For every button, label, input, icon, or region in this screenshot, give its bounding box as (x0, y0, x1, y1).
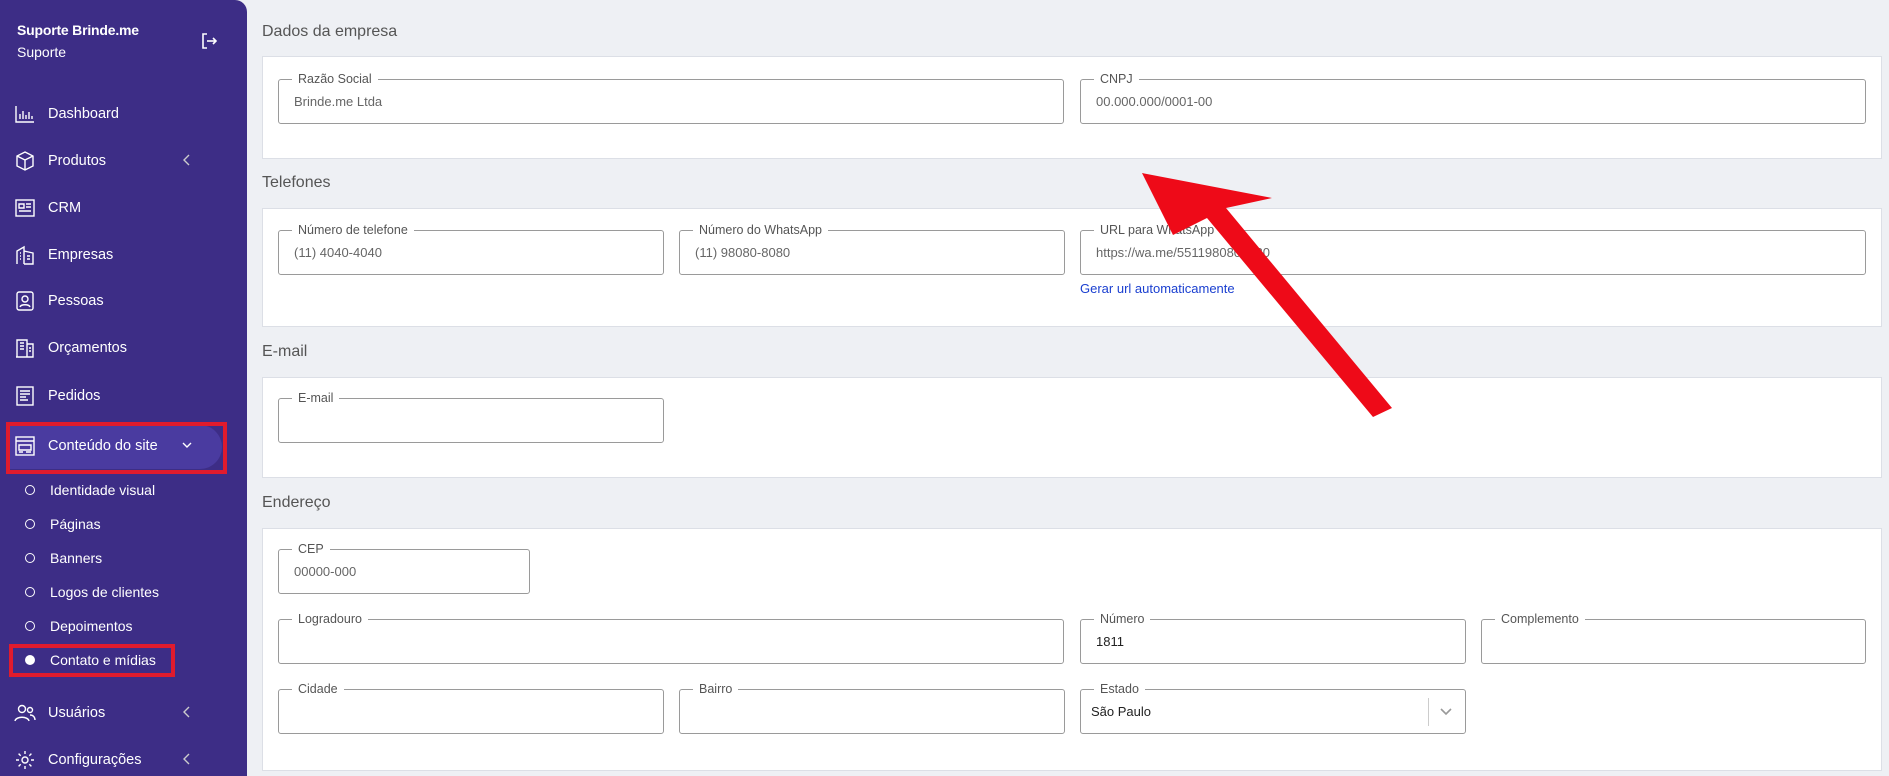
field-value: Brinde.me Ltda (294, 94, 383, 109)
chevron-left-icon (183, 154, 190, 166)
field-label: Número de telefone (292, 223, 414, 237)
circle-icon (25, 621, 35, 631)
crm-icon (14, 197, 36, 219)
user-role: Suporte (17, 44, 67, 60)
field-label: Cidade (292, 682, 344, 696)
circle-icon (25, 485, 35, 495)
cnpj-field[interactable]: CNPJ 00.000.000/0001-00 (1080, 72, 1866, 124)
field-label: CNPJ (1094, 72, 1139, 86)
field-value: (11) 4040-4040 (294, 245, 382, 260)
highlight-box-conteudo (6, 422, 227, 474)
sidebar-item-label: Produtos (48, 153, 107, 169)
field-value: (11) 98080-8080 (695, 245, 791, 260)
sidebar-item-label: Pessoas (48, 293, 104, 309)
sidebar-item-pessoas[interactable]: Pessoas (14, 286, 222, 316)
sidebar-item-usuarios[interactable]: Usuários (14, 698, 222, 728)
generate-url-link[interactable]: Gerar url automaticamente (1080, 281, 1235, 296)
field-label: Número (1094, 612, 1151, 626)
person-icon (14, 290, 36, 312)
sidebar-subitem-label: Identidade visual (50, 482, 156, 498)
field-label: E-mail (292, 391, 340, 405)
sidebar-item-label: Orçamentos (48, 340, 127, 356)
field-value: 00.000.000/0001-00 (1096, 94, 1213, 109)
circle-icon (25, 587, 35, 597)
company-name: Suporte Brinde.me (17, 22, 139, 38)
sidebar-subitem-label: Páginas (50, 516, 101, 532)
logradouro-field[interactable]: Logradouro (278, 612, 1064, 664)
sidebar-item-configuracoes[interactable]: Configurações (14, 745, 222, 775)
email-field[interactable]: E-mail (278, 391, 664, 443)
field-label: CEP (292, 542, 330, 556)
sidebar-subitem-depoimentos[interactable]: Depoimentos (25, 615, 133, 637)
field-value: 00000-000 (294, 564, 357, 579)
select-separator (1428, 698, 1429, 726)
phone-field[interactable]: Número de telefone (11) 4040-4040 (278, 223, 664, 275)
circle-icon (25, 519, 35, 529)
sidebar-item-dashboard[interactable]: Dashboard (14, 99, 222, 129)
sidebar-item-label: Usuários (48, 705, 106, 721)
whatsapp-field[interactable]: Número do WhatsApp (11) 98080-8080 (679, 223, 1065, 275)
sidebar-item-pedidos[interactable]: Pedidos (14, 381, 222, 411)
sidebar-item-label: CRM (48, 200, 82, 216)
numero-field[interactable]: Número 1811 (1080, 612, 1466, 664)
field-value: 1811 (1096, 634, 1124, 649)
field-label: Bairro (693, 682, 739, 696)
sidebar-item-empresas[interactable]: Empresas (14, 240, 222, 270)
chevron-down-icon[interactable] (1439, 706, 1453, 718)
field-label: URL para WhatsApp (1094, 223, 1221, 237)
field-label: Complemento (1495, 612, 1585, 626)
orders-icon (14, 385, 36, 407)
field-label: Logradouro (292, 612, 368, 626)
sidebar-subitem-banners[interactable]: Banners (25, 547, 102, 569)
circle-icon (25, 553, 35, 563)
cidade-field[interactable]: Cidade (278, 682, 664, 734)
section-title-email: E-mail (262, 343, 308, 360)
chevron-left-icon (183, 706, 190, 718)
sidebar-subitem-identidade-visual[interactable]: Identidade visual (25, 479, 155, 501)
complemento-field[interactable]: Complemento (1481, 612, 1866, 664)
bar-chart-icon (14, 103, 36, 125)
sidebar-subitem-paginas[interactable]: Páginas (25, 513, 101, 535)
section-title-telefones: Telefones (262, 174, 331, 191)
section-title-empresa: Dados da empresa (262, 23, 398, 40)
field-value: São Paulo (1091, 704, 1151, 719)
estado-select[interactable]: Estado São Paulo (1080, 682, 1466, 734)
sidebar-item-label: Configurações (48, 752, 142, 768)
razao-social-field[interactable]: Razão Social Brinde.me Ltda (278, 72, 1064, 124)
section-title-endereco: Endereço (262, 494, 331, 511)
box-icon (14, 150, 36, 172)
field-label: Número do WhatsApp (693, 223, 828, 237)
sidebar-subitem-logos-de-clientes[interactable]: Logos de clientes (25, 581, 159, 603)
field-value: https://wa.me/5511980808080 (1096, 245, 1270, 260)
cep-field[interactable]: CEP 00000-000 (278, 542, 530, 594)
card-telefones: Número de telefone (11) 4040-4040 Número… (262, 208, 1882, 327)
card-endereco: CEP 00000-000 Logradouro Número 1811 Com… (262, 528, 1882, 771)
sidebar-header: Suporte Brinde.me Suporte (17, 22, 139, 60)
sidebar-item-label: Empresas (48, 247, 114, 263)
gear-icon (14, 749, 36, 771)
sidebar-item-crm[interactable]: CRM (14, 193, 222, 223)
sidebar-item-label: Pedidos (48, 388, 101, 404)
sidebar-item-orcamentos[interactable]: Orçamentos (14, 333, 222, 363)
card-empresa: Razão Social Brinde.me Ltda CNPJ 00.000.… (262, 56, 1882, 159)
sidebar-subitem-label: Depoimentos (50, 618, 133, 634)
whatsapp-url-field[interactable]: URL para WhatsApp https://wa.me/55119808… (1080, 223, 1866, 275)
logout-icon[interactable] (200, 32, 218, 50)
sidebar-item-produtos[interactable]: Produtos (14, 146, 222, 176)
users-icon (14, 702, 36, 724)
chevron-left-icon (183, 753, 190, 765)
highlight-box-contato (9, 644, 175, 677)
field-label: Estado (1094, 682, 1145, 696)
sidebar-subitem-label: Banners (50, 550, 103, 566)
card-email: E-mail (262, 377, 1882, 478)
bairro-field[interactable]: Bairro (679, 682, 1065, 734)
budget-icon (14, 337, 36, 359)
field-label: Razão Social (292, 72, 378, 86)
sidebar-item-label: Dashboard (48, 106, 119, 122)
building-icon (14, 244, 36, 266)
sidebar-subitem-label: Logos de clientes (50, 584, 159, 600)
